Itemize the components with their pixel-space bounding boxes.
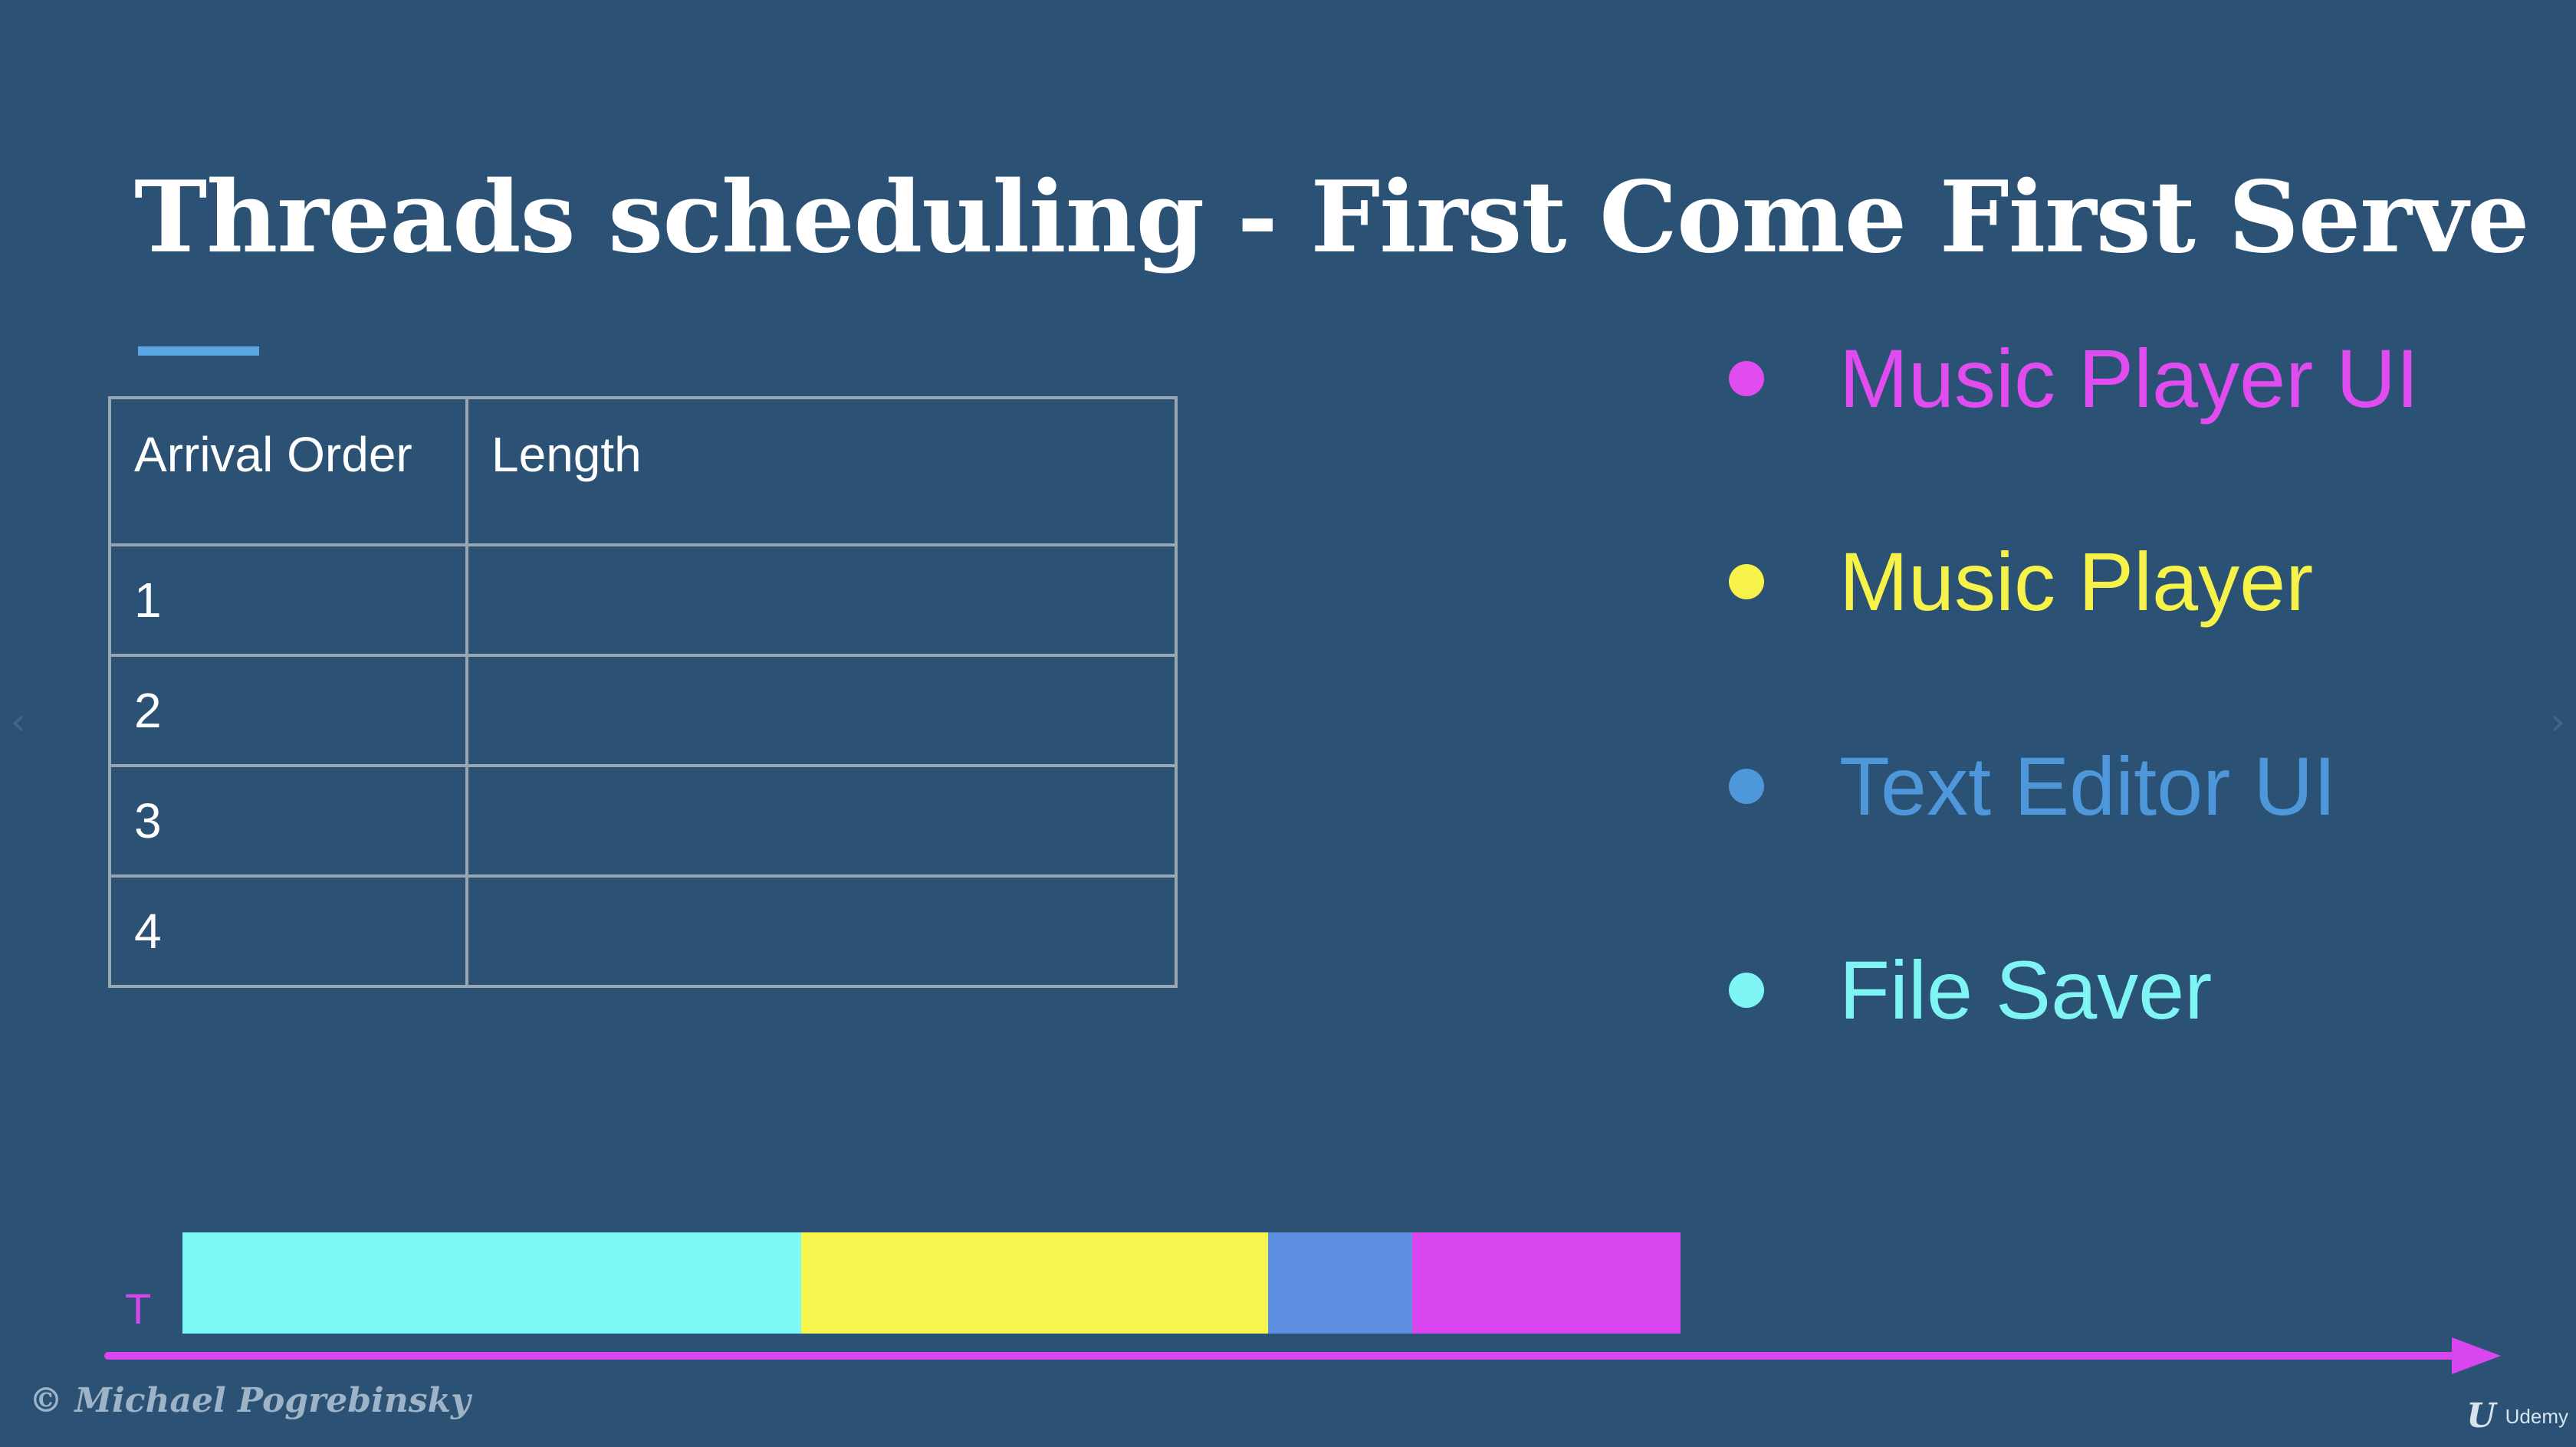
bullet-dot-icon	[1729, 973, 1764, 1008]
header-length: Length	[491, 427, 642, 482]
table-cell-length	[465, 543, 1178, 657]
table-header-cell: Arrival Order	[108, 396, 468, 546]
legend-item-music-player-ui: Music Player UI	[1729, 337, 2419, 420]
arrow-right-icon	[2452, 1337, 2501, 1374]
table-cell-order: 4	[108, 874, 468, 988]
table-cell-order: 2	[108, 654, 468, 767]
legend-label: File Saver	[1839, 943, 2213, 1036]
table-header-cell: Length	[465, 396, 1178, 546]
legend-label: Text Editor UI	[1839, 740, 2337, 832]
table-cell-length	[465, 764, 1178, 878]
arrival-table: Arrival Order Length 1 2 3 4	[108, 396, 1178, 988]
table-row: 4	[108, 874, 1178, 988]
copyright-notice: © Michael Pogrebinsky	[29, 1381, 471, 1420]
timeline-segment-music-player	[800, 1232, 1269, 1334]
time-axis-label: T	[125, 1285, 152, 1333]
legend-label: Music Player	[1839, 535, 2314, 628]
previous-slide-icon[interactable]: ‹	[11, 704, 25, 740]
table-row: 2	[108, 654, 1178, 767]
legend-item-file-saver: File Saver	[1729, 949, 2212, 1032]
udemy-logo: U Udemy	[2466, 1399, 2568, 1433]
timeline-segment-music-player-ui	[1412, 1232, 1681, 1334]
time-axis-line	[104, 1352, 2466, 1360]
brand-name: Udemy	[2505, 1405, 2568, 1428]
table-cell-order: 3	[108, 764, 468, 878]
slide-title: Threads scheduling - First Come First Se…	[134, 160, 2530, 275]
arrival-order-value: 1	[134, 573, 162, 628]
header-arrival-order: Arrival Order	[134, 427, 412, 482]
slide: Threads scheduling - First Come First Se…	[0, 0, 2576, 1447]
timeline-segment-text-editor-ui	[1268, 1232, 1413, 1334]
table-cell-order: 1	[108, 543, 468, 657]
table-cell-length	[465, 654, 1178, 767]
title-underline	[138, 346, 259, 356]
bullet-dot-icon	[1729, 361, 1764, 396]
table-row: 1	[108, 543, 1178, 657]
bullet-dot-icon	[1729, 769, 1764, 804]
legend-item-text-editor-ui: Text Editor UI	[1729, 745, 2336, 828]
bullet-dot-icon	[1729, 564, 1764, 599]
timeline-segment-file-saver	[182, 1232, 801, 1334]
arrival-order-value: 2	[134, 683, 162, 738]
table-row: 3	[108, 764, 1178, 878]
legend-label: Music Player UI	[1839, 332, 2420, 425]
arrival-order-value: 3	[134, 793, 162, 848]
legend-item-music-player: Music Player	[1729, 540, 2313, 623]
udemy-logo-icon: U	[2466, 1396, 2496, 1436]
arrival-order-value: 4	[134, 904, 162, 959]
next-slide-icon[interactable]: ›	[2551, 704, 2565, 740]
table-cell-length	[465, 874, 1178, 988]
table-header-row: Arrival Order Length	[108, 396, 1178, 546]
